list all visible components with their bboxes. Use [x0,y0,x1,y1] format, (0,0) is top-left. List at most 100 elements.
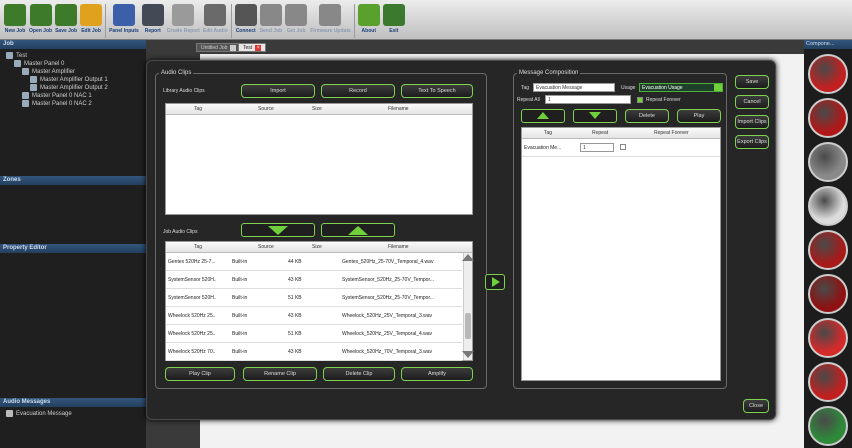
cell-size: 51 KB [288,295,302,301]
row-repeat-forever-checkbox[interactable] [620,144,626,150]
add-to-job-button[interactable] [241,223,315,237]
cell-source: Built-in [232,295,248,301]
col-source: Source [258,244,274,250]
repeat-forever-checkbox[interactable] [637,97,643,103]
delete-clip-button[interactable]: Delete Clip [323,367,395,381]
row-repeat-stepper[interactable]: 1 [580,143,614,152]
white-speaker-icon[interactable] [808,186,848,226]
repeat-forever-label: Repeat Forever [646,97,681,103]
table-row[interactable]: Gentex 520Hz 25-7... Built-in 44 KB Gentex_… [166,253,462,271]
library-clips-table[interactable]: Tag Source Size Filename [165,103,473,215]
tree-item[interactable]: Master Panel 0 NAC 1 [22,92,92,99]
exit-button[interactable]: Exit [382,2,405,34]
create-report-button[interactable]: Create Report [167,2,200,34]
col-tag: Tag [194,244,203,250]
toolbar-button-label: Firmware Update [310,28,351,34]
move-down-button[interactable] [573,109,617,123]
import-button[interactable]: Import [241,84,315,98]
toolbar-button-label: Get Job [286,28,306,34]
red-dome-strobe-icon[interactable] [808,318,848,358]
table-row[interactable]: Wheelock 520Hz 25... Built-in 51 KB Wheeloc… [166,325,462,343]
export-clips-button[interactable]: Export Clips [735,135,769,149]
cell-filename: Wheelock_520Hz_25V_Temporal_3.wav [342,313,433,319]
edit-audio-button[interactable]: Edit Audio [203,2,228,34]
toolbar-button-label: Panel Inputs [109,28,139,34]
scroll-down-icon[interactable] [462,351,474,358]
import-clips-button[interactable]: Import Clips [735,115,769,129]
toolbar-separator [230,4,232,38]
composition-table[interactable]: Tag Repeat Repeat Forever Evacuation Me.… [521,127,721,381]
open-job-button[interactable]: Open Job [29,2,52,34]
table-row[interactable]: SystemSensor 520H... Built-in 51 KB SystemS… [166,289,462,307]
panel-inputs-icon [112,4,135,26]
save-job-button[interactable]: Save Job [55,2,78,34]
composition-row[interactable]: Evacuation Me... 1 [522,139,720,157]
play-clip-button[interactable]: Play Clip [165,367,235,381]
amplify-button[interactable]: Amplify [401,367,473,381]
usage-label: Usage [621,85,636,91]
close-icon[interactable]: × [255,44,262,51]
remove-from-job-button[interactable] [321,223,395,237]
tree-item[interactable]: Master Panel 0 [14,60,64,67]
tree-item[interactable]: Test [6,52,27,59]
send-job-button[interactable]: Send Job [260,2,282,34]
tab-test[interactable]: Test × [238,43,267,52]
tree-item[interactable]: Master Amplifier Output 2 [30,84,108,91]
scroll-up-icon[interactable] [462,254,474,261]
tree-item[interactable]: Master Amplifier [22,68,75,75]
report-button[interactable]: Report [141,2,164,34]
table-row[interactable]: SystemSensor 520H... Built-in 43 KB SystemS… [166,271,462,289]
cancel-button[interactable]: Cancel [735,95,769,109]
record-button[interactable]: Record [321,84,395,98]
composition-table-header: Tag Repeat Repeat Forever [522,128,720,139]
red-speaker-grille-icon[interactable] [808,98,848,138]
tag-input[interactable]: Evacuation Message [533,83,615,92]
new-job-button[interactable]: New Job [4,2,26,34]
panel-icon [14,60,21,67]
firmware-update-button[interactable]: Firmware Update [310,2,351,34]
tree-item-label: Test [16,52,28,59]
hammer-icon [172,4,195,26]
tab-untitled-job[interactable]: Untitled Job [196,43,242,52]
close-button[interactable]: Close [743,399,769,413]
play-button[interactable]: Play [677,109,721,123]
tree-item-label: Master Panel 0 [24,60,65,67]
about-button[interactable]: About [357,2,380,34]
nac-icon [22,92,29,99]
get-job-button[interactable]: Get Job [285,2,308,34]
exit-icon [382,4,405,26]
col-size: Size [312,244,322,250]
output-icon [30,76,37,83]
tree-item[interactable]: Master Amplifier Output 1 [30,76,108,83]
connect-button[interactable]: Connect [234,2,257,34]
usage-select[interactable]: Evacuation Usage [639,83,723,92]
rename-clip-button[interactable]: Rename Clip [243,367,317,381]
tree-item[interactable]: Master Panel 0 NAC 2 [22,100,92,107]
audio-message-item[interactable]: Evacuation Message [6,410,72,417]
add-to-message-button[interactable] [485,274,505,290]
panel-inputs-button[interactable]: Panel Inputs [109,2,139,34]
move-up-button[interactable] [521,109,565,123]
table-row[interactable]: Wheelock 520Hz 25... Built-in 43 KB Wheeloc… [166,307,462,325]
red-horn-strobe-icon[interactable] [808,54,848,94]
green-device-icon[interactable] [808,406,848,446]
edit-job-button[interactable]: Edit Job [80,2,103,34]
red-box-speaker-icon[interactable] [808,274,848,314]
text-to-speech-button[interactable]: Text To Speech [401,84,473,98]
save-button[interactable]: Save [735,75,769,89]
new-job-icon [4,4,26,26]
property-editor-header: Property Editor [0,244,146,253]
col-size: Size [312,106,322,112]
table-row[interactable]: Wheelock 520Hz 70... Built-in 43 KB Wheeloc… [166,343,462,361]
cell-size: 43 KB [288,277,302,283]
grey-speaker-icon[interactable] [808,142,848,182]
cell-tag: Wheelock 520Hz 25... [168,313,216,319]
scroll-thumb[interactable] [465,313,471,339]
job-table-scrollbar[interactable] [462,253,474,360]
delete-button[interactable]: Delete [625,109,669,123]
red-square-speaker-icon[interactable] [808,230,848,270]
repeat-all-stepper[interactable]: 1 [545,95,631,104]
job-clips-table[interactable]: Tag Source Size Filename Gentex 520Hz 25… [165,241,474,361]
red-ceiling-speaker-icon[interactable] [808,362,848,402]
cell-size: 43 KB [288,313,302,319]
